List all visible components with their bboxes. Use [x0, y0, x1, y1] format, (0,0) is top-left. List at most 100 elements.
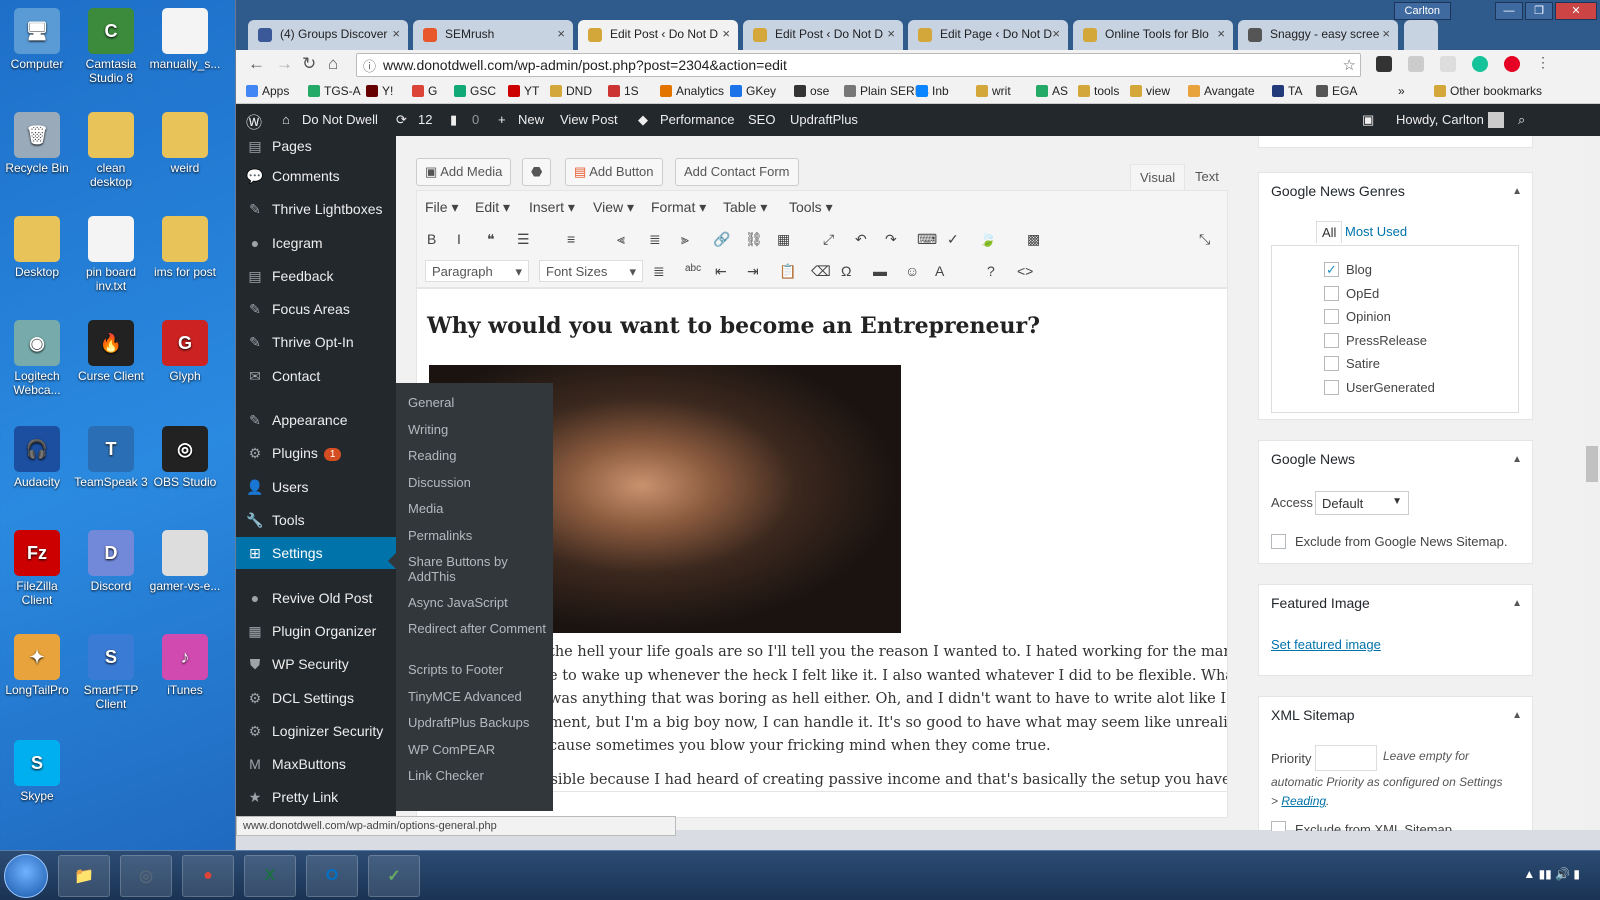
bookmark-item[interactable]: Other bookmarks	[1434, 84, 1542, 98]
indent-icon[interactable]: ⇥	[747, 263, 759, 280]
align-center-icon[interactable]: ≣	[649, 231, 661, 248]
close-tab-icon[interactable]: ×	[887, 26, 895, 41]
submenu-item[interactable]: Writing	[408, 422, 548, 437]
special-char-icon[interactable]: Ω	[841, 263, 851, 279]
url-input[interactable]: ⓘ www.donotdwell.com/wp-admin/post.php?p…	[356, 53, 1361, 77]
numbered-list-icon[interactable]: ≡	[567, 231, 575, 247]
add-media-button[interactable]: ▣ Add Media	[416, 158, 512, 186]
thrive-button[interactable]: ⬣	[522, 158, 552, 186]
sidebar-item-thrive-opt-in[interactable]: ✎ Thrive Opt-In	[236, 326, 396, 358]
text-color-icon[interactable]: A	[935, 263, 944, 279]
sidebar-item-focus-areas[interactable]: ✎ Focus Areas	[236, 293, 396, 325]
page-scrollbar[interactable]	[1584, 136, 1600, 830]
taskbar-app[interactable]: ◎	[120, 855, 172, 897]
desktop-icon[interactable]: clean desktop	[74, 112, 148, 189]
desktop-icon[interactable]: manually_s...	[148, 8, 222, 71]
info-icon[interactable]: ⓘ	[363, 56, 376, 75]
desktop-icon[interactable]: weird	[148, 112, 222, 175]
view-post-link[interactable]: View Post	[560, 112, 618, 127]
tab-all[interactable]: All	[1316, 221, 1343, 243]
editor-menu-tools[interactable]: Tools ▾	[789, 199, 833, 216]
bookmark-item[interactable]: TA	[1272, 84, 1302, 98]
close-tab-icon[interactable]: ×	[1382, 26, 1390, 41]
bookmark-item[interactable]: GKey	[730, 84, 776, 98]
editor-menu-view[interactable]: View ▾	[593, 199, 634, 216]
browser-tab[interactable]: Edit Post ‹ Do Not D ×	[743, 20, 903, 50]
submenu-item[interactable]: Media	[408, 501, 548, 516]
priority-input[interactable]	[1315, 745, 1377, 771]
howdy-link[interactable]: Howdy, Carlton	[1396, 112, 1484, 127]
sidebar-item-icegram[interactable]: ● Icegram	[236, 227, 396, 259]
toolbar-toggle-icon[interactable]: ⌨	[917, 231, 937, 248]
genre-checkbox[interactable]	[1324, 285, 1339, 301]
blockquote-icon[interactable]: ❝	[487, 231, 495, 248]
updraft-link[interactable]: UpdraftPlus	[790, 112, 858, 127]
bullet-list-icon[interactable]: ☰	[517, 231, 530, 248]
toggle-icon[interactable]: ▲	[1512, 186, 1522, 197]
reload-icon[interactable]: ↻	[302, 54, 316, 74]
genre-checkbox[interactable]: ✓	[1324, 262, 1339, 277]
genre-checkbox[interactable]	[1324, 379, 1339, 395]
table-icon[interactable]: ▦	[777, 231, 790, 248]
desktop-icon[interactable]: 🔥 Curse Client	[74, 320, 148, 383]
bookmark-item[interactable]: YT	[508, 84, 539, 98]
desktop-icon[interactable]: S SmartFTP Client	[74, 634, 148, 711]
close-tab-icon[interactable]: ×	[1217, 26, 1225, 41]
add-button-button[interactable]: ▤ Add Button	[565, 158, 663, 186]
bookmark-item[interactable]: 1S	[608, 84, 639, 98]
bookmark-item[interactable]: Y!	[366, 84, 393, 98]
help-icon[interactable]: ?	[987, 263, 995, 279]
submenu-item[interactable]: Scripts to Footer	[408, 662, 548, 677]
desktop-icon[interactable]: S Skype	[0, 740, 74, 803]
italic-icon[interactable]: I	[457, 231, 461, 247]
sidebar-item-feedback[interactable]: ▤ Feedback	[236, 260, 396, 292]
desktop-icon[interactable]: D Discord	[74, 530, 148, 593]
sidebar-item-settings[interactable]: ⊞ Settings	[236, 537, 396, 569]
bookmark-item[interactable]: tools	[1078, 84, 1119, 98]
desktop-icon[interactable]: G Glyph	[148, 320, 222, 383]
browser-tab[interactable]: Online Tools for Blo ×	[1073, 20, 1233, 50]
sidebar-item-dcl-settings[interactable]: ⚙ DCL Settings	[236, 682, 396, 714]
bookmark-item[interactable]: AS	[1036, 84, 1068, 98]
sidebar-item-revive-old-post[interactable]: ● Revive Old Post	[236, 582, 396, 614]
comments-count[interactable]: 0	[472, 112, 479, 127]
font-sizes-select[interactable]: Font Sizes ▾	[539, 260, 643, 282]
sidebar-item-pretty-link[interactable]: ★ Pretty Link	[236, 781, 396, 813]
submenu-item[interactable]: Permalinks	[408, 528, 548, 543]
desktop-icon[interactable]: gamer-vs-e...	[148, 530, 222, 593]
browser-tab[interactable]: Edit Post ‹ Do Not D ×	[578, 20, 738, 50]
home-icon[interactable]: ⌂	[328, 54, 338, 74]
close-tab-icon[interactable]: ×	[1052, 26, 1060, 41]
bookmark-item[interactable]: Inb	[916, 84, 949, 98]
code-icon[interactable]: <>	[1017, 263, 1033, 279]
sidebar-item-wp-security[interactable]: ⛊ WP Security	[236, 648, 396, 680]
submenu-item[interactable]: Discussion	[408, 475, 548, 490]
grid-icon[interactable]: ▩	[1027, 231, 1040, 248]
wordpress-logo-icon[interactable]: Ⓦ	[246, 109, 262, 133]
sidebar-item-plugin-organizer[interactable]: ▦ Plugin Organizer	[236, 615, 396, 647]
desktop-icon[interactable]: pin board inv.txt	[74, 216, 148, 293]
align-left-icon[interactable]: ⫷	[617, 231, 625, 248]
desktop-icon[interactable]: Fz FileZilla Client	[0, 530, 74, 607]
bookmark-item[interactable]: TGS-A	[308, 84, 361, 98]
submenu-item[interactable]: Link Checker	[408, 768, 548, 783]
taskbar-app[interactable]: ✓	[368, 855, 420, 897]
bookmark-item[interactable]: DND	[550, 84, 592, 98]
system-tray[interactable]: ▲ ▮▮ 🔊 ▮	[1523, 867, 1580, 881]
performance-link[interactable]: Performance	[660, 112, 734, 127]
link-icon[interactable]: 🔗	[713, 231, 730, 248]
genre-checkbox[interactable]	[1324, 356, 1339, 371]
bookmark-item[interactable]: view	[1130, 84, 1170, 98]
sidebar-item-comments[interactable]: 💬 Comments	[236, 160, 396, 192]
paste-icon[interactable]: 📋	[779, 263, 796, 280]
submenu-item[interactable]: Redirect after Comment	[408, 621, 548, 636]
seo-link[interactable]: SEO	[748, 112, 775, 127]
desktop-icon[interactable]: 🗑 Recycle Bin	[0, 112, 74, 175]
desktop-icon[interactable]: ims for post	[148, 216, 222, 279]
bookmark-item[interactable]: writ	[976, 84, 1011, 98]
spellcheck-icon[interactable]: ✓	[947, 231, 959, 248]
updates-icon[interactable]: ⟳	[396, 112, 407, 128]
submenu-item[interactable]: Share Buttons by AddThis	[408, 554, 548, 584]
desktop-icon[interactable]: 🖥 Computer	[0, 8, 74, 71]
bookmark-item[interactable]: GSC	[454, 84, 496, 98]
